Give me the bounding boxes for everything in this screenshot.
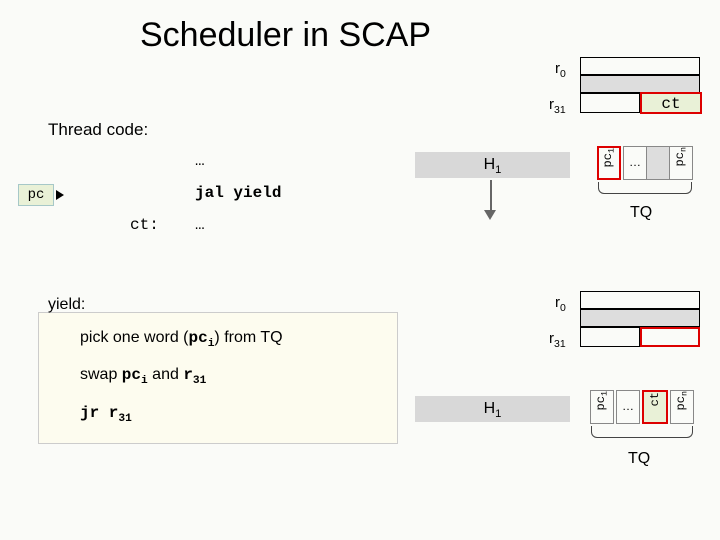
reg-middle-top (580, 75, 700, 93)
y1c: ) from TQ (214, 329, 282, 346)
pc-arrow-icon (56, 190, 64, 200)
pc-box: pc (18, 184, 54, 206)
tq-label-top: TQ (630, 204, 652, 222)
heap-1-top: H1 (415, 152, 570, 178)
reg-r0-top (580, 57, 700, 75)
yield-line-1: pick one word (pci) from TQ (80, 329, 283, 350)
reg-r31-right-bottom (640, 327, 700, 347)
yield-line-3: jr r31 (80, 404, 132, 425)
tq-pcn-bottom-text: pcn (674, 391, 689, 410)
tq-cell-ct-bottom: ct (642, 390, 668, 424)
tq-pcn-top-text: pcn (673, 147, 688, 166)
r31-label-bottom: r31 (549, 330, 566, 350)
yield-line-2: swap pci and r31 (80, 366, 206, 387)
tq-pc1-bottom-text: pc1 (594, 391, 609, 410)
y1b: pci (189, 329, 215, 347)
tq-ct-bottom-text: ct (648, 392, 662, 406)
reg-r0-bottom (580, 291, 700, 309)
heap-arrow-head-top (484, 210, 496, 220)
r0-label-bottom: r0 (555, 294, 566, 314)
reg-r31-left-top (580, 93, 640, 113)
tq-cell-pc1-top: pc1 (597, 146, 621, 180)
tq-cell-pcn-top: pcn (669, 146, 693, 180)
jal-yield: jal yield (195, 184, 281, 202)
thread-dots-1: … (195, 152, 205, 170)
tq-cell-dots-top: … (623, 146, 647, 180)
heap-1-bottom: H1 (415, 396, 570, 422)
reg-r31-left-bottom (580, 327, 640, 347)
tq-cell-pc1-bottom: pc1 (590, 390, 614, 424)
tq-cell-dots-bottom: … (616, 390, 640, 424)
page-title: Scheduler in SCAP (140, 16, 431, 55)
r0-label: r0 (555, 60, 566, 80)
reg-middle-bottom (580, 309, 700, 327)
tq-label-bottom: TQ (628, 450, 650, 468)
y2c: and (148, 366, 184, 383)
ct-box-top: ct (640, 92, 702, 114)
thread-dots-2: … (195, 216, 205, 234)
y2b: pci (122, 366, 148, 384)
r31-label-top: r31 (549, 96, 566, 116)
title-text: Scheduler in SCAP (140, 16, 431, 54)
tq-cell-pcn-bottom: pcn (670, 390, 694, 424)
tq-pc1-top-text: pc1 (601, 148, 616, 167)
tq-cell-blank-top (647, 146, 669, 180)
y1a: pick one word ( (80, 329, 189, 346)
thread-code-label: Thread code: (48, 120, 148, 140)
tq-brace-bottom (591, 426, 693, 438)
ct-label: ct: (130, 216, 159, 234)
tq-brace-top (598, 182, 692, 194)
heap-arrow-stem-top (490, 180, 492, 210)
y2a: swap (80, 366, 122, 383)
yield-label: yield: (48, 296, 85, 314)
y2d: r31 (183, 366, 206, 384)
